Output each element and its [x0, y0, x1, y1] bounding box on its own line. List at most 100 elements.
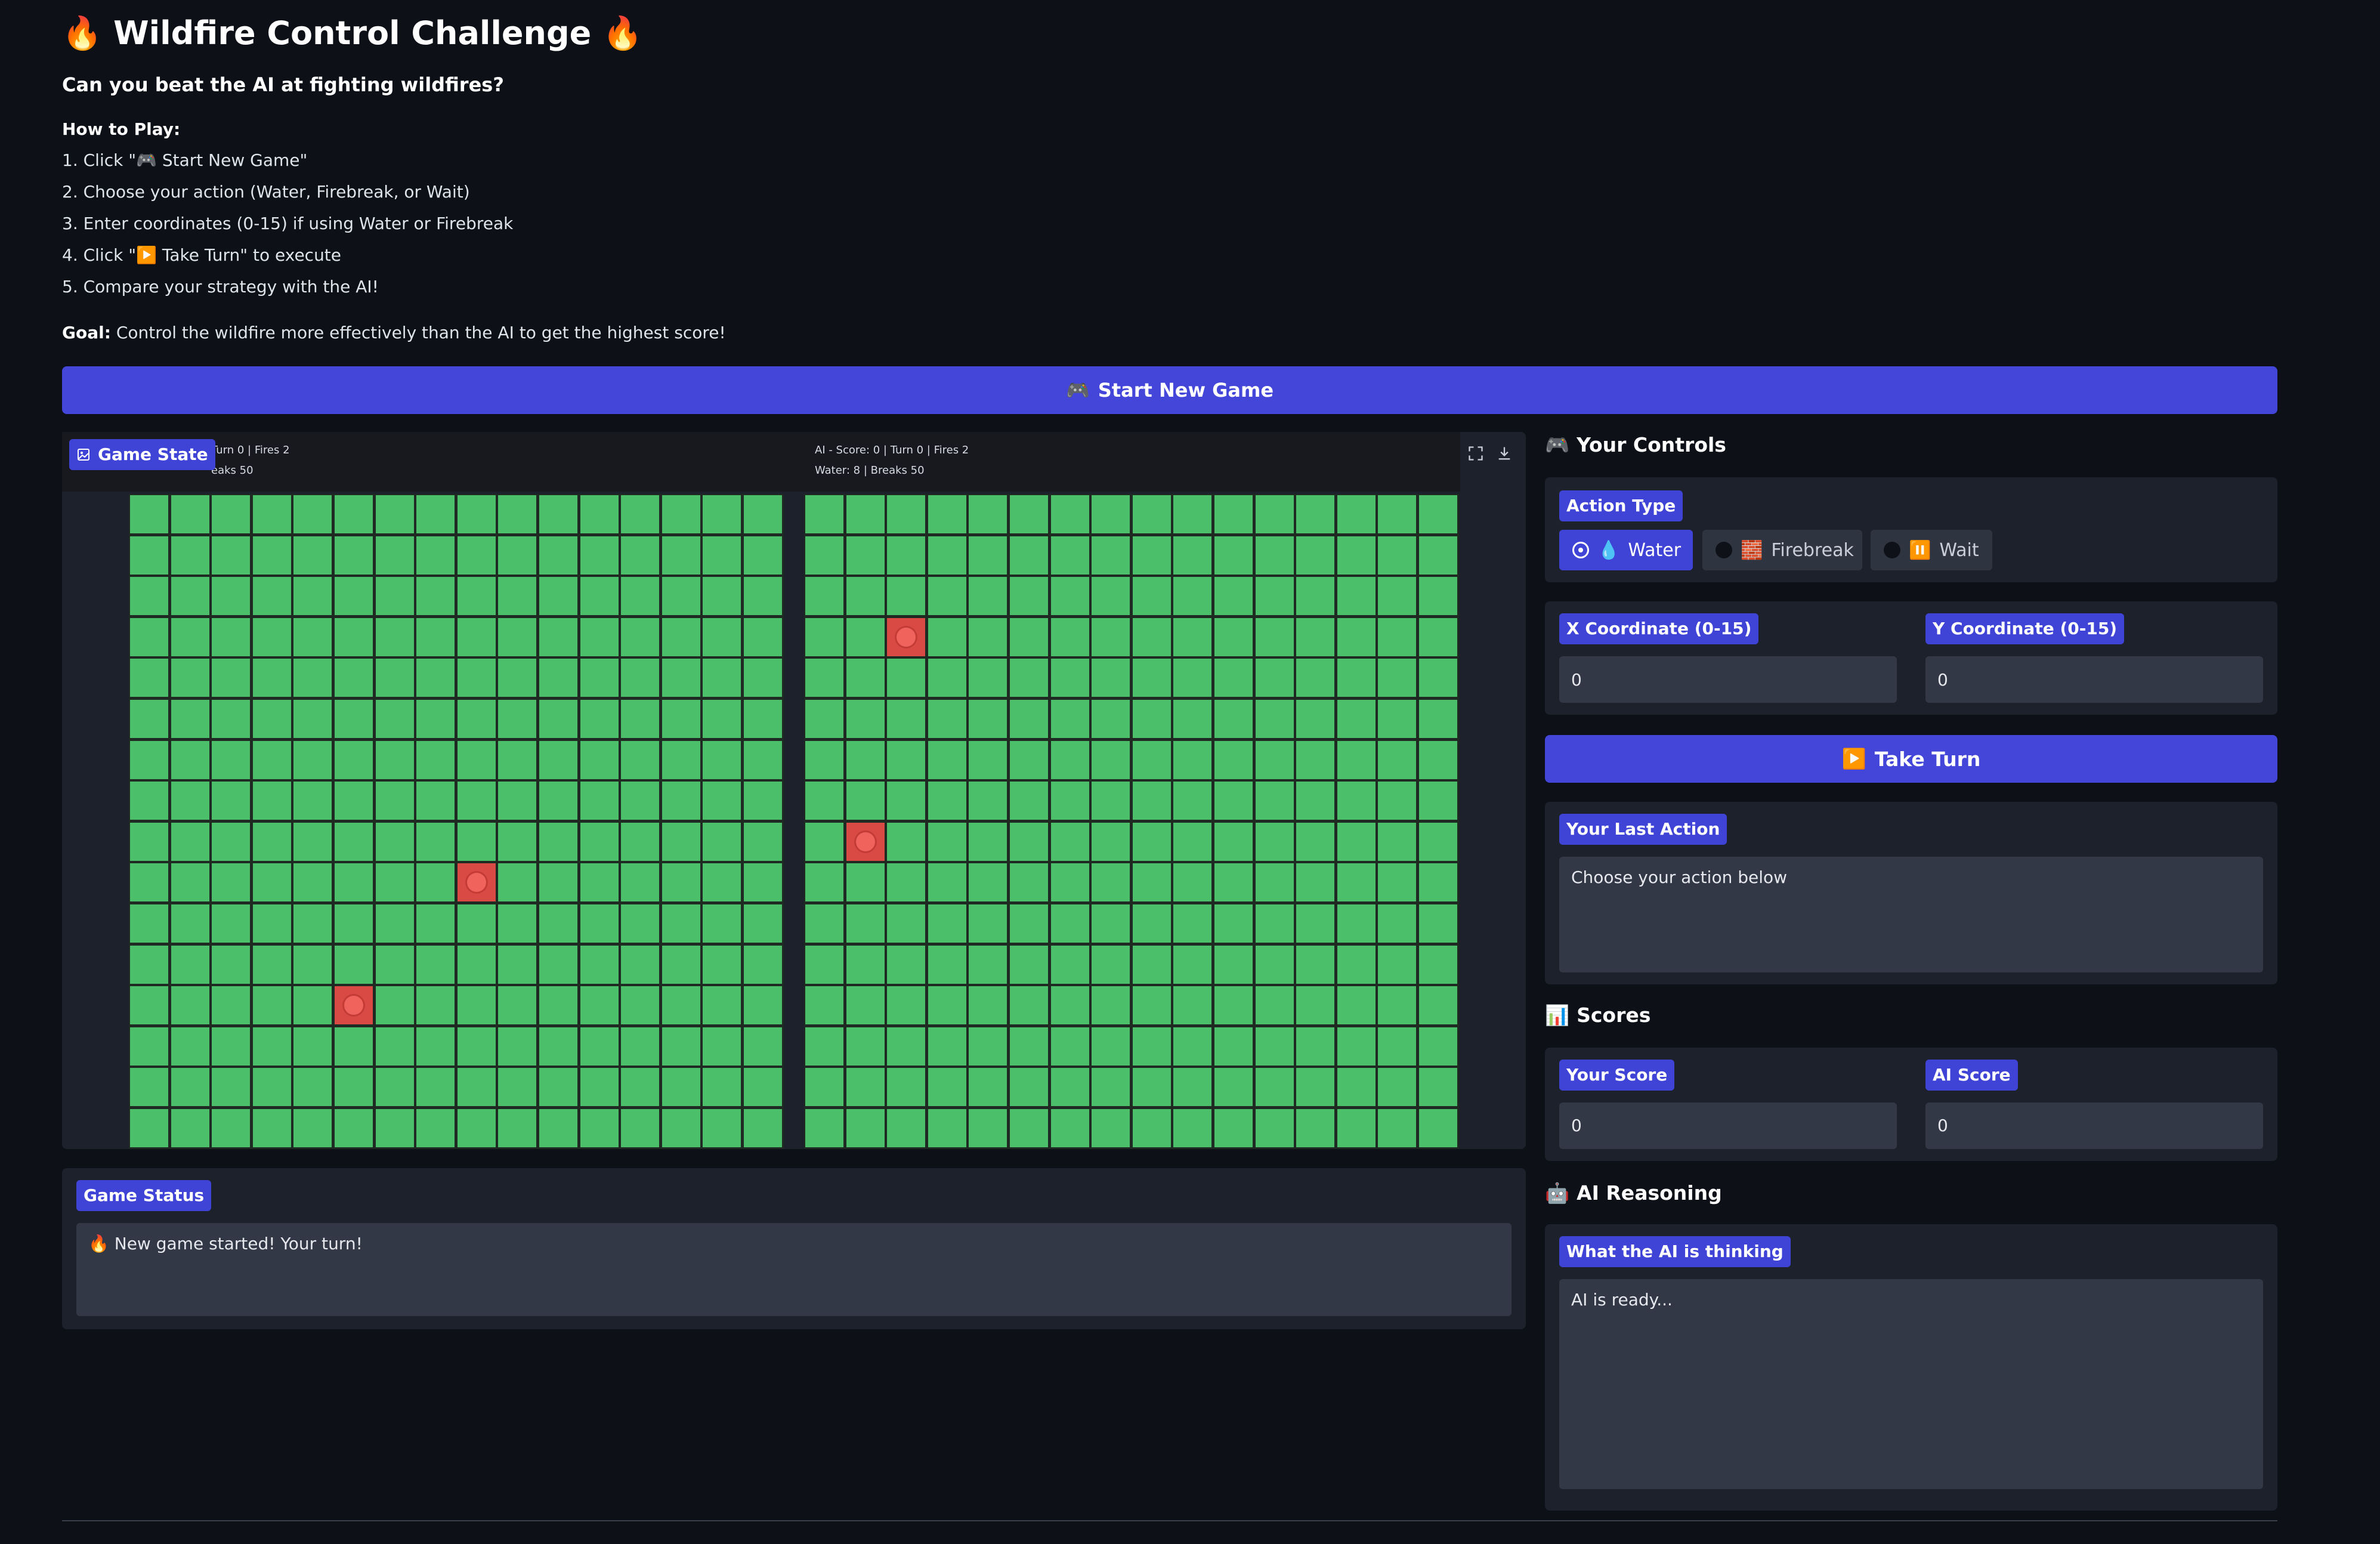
- grid-cell[interactable]: [539, 986, 577, 1025]
- grid-cell[interactable]: [171, 986, 209, 1025]
- fullscreen-icon[interactable]: [1465, 443, 1486, 464]
- grid-cell[interactable]: [375, 782, 414, 820]
- grid-cell[interactable]: [375, 577, 414, 616]
- grid-cell[interactable]: [375, 863, 414, 902]
- grid-cell[interactable]: [293, 700, 332, 738]
- grid-cell[interactable]: [375, 1109, 414, 1147]
- grid-cell[interactable]: [252, 617, 291, 656]
- grid-cell[interactable]: [457, 536, 496, 575]
- grid-cell[interactable]: [171, 536, 209, 575]
- grid-cell[interactable]: [252, 822, 291, 861]
- grid-cell[interactable]: [416, 740, 455, 779]
- grid-cell[interactable]: [580, 659, 619, 697]
- grid-cell[interactable]: [252, 740, 291, 779]
- grid-cell[interactable]: [212, 700, 251, 738]
- grid-cell[interactable]: [252, 536, 291, 575]
- grid-cell[interactable]: [252, 577, 291, 616]
- grid-cell[interactable]: [335, 1109, 373, 1147]
- grid-cell[interactable]: [212, 617, 251, 656]
- grid-cell[interactable]: [703, 863, 741, 902]
- grid-cell[interactable]: [580, 1068, 619, 1107]
- grid-cell[interactable]: [580, 822, 619, 861]
- grid-cell[interactable]: [703, 945, 741, 984]
- grid-cell[interactable]: [293, 822, 332, 861]
- grid-cell[interactable]: [130, 986, 168, 1025]
- grid-cell[interactable]: [457, 495, 496, 533]
- grid-cell[interactable]: [171, 1109, 209, 1147]
- grid-cell[interactable]: [703, 904, 741, 943]
- grid-cell[interactable]: [580, 945, 619, 984]
- grid-cell[interactable]: [457, 700, 496, 738]
- grid-cell[interactable]: [457, 1027, 496, 1066]
- grid-cell[interactable]: [171, 904, 209, 943]
- grid-cell[interactable]: [539, 577, 577, 616]
- grid-cell[interactable]: [252, 700, 291, 738]
- grid-cell[interactable]: [539, 617, 577, 656]
- grid-cell[interactable]: [662, 822, 700, 861]
- grid-cell[interactable]: [662, 536, 700, 575]
- grid-cell[interactable]: [293, 659, 332, 697]
- grid-cell[interactable]: [212, 577, 251, 616]
- radio-water[interactable]: 💧 Water: [1559, 530, 1693, 570]
- x-coordinate-input[interactable]: [1559, 656, 1897, 703]
- grid-cell[interactable]: [293, 782, 332, 820]
- grid-cell[interactable]: [375, 659, 414, 697]
- grid-cell[interactable]: [744, 822, 782, 861]
- grid-cell[interactable]: [621, 1027, 660, 1066]
- grid-cell[interactable]: [212, 782, 251, 820]
- grid-cell[interactable]: [580, 740, 619, 779]
- grid-cell[interactable]: [335, 863, 373, 902]
- grid-cell[interactable]: [539, 740, 577, 779]
- grid-cell[interactable]: [171, 659, 209, 697]
- ai-thinking-field[interactable]: AI is ready...: [1559, 1279, 2263, 1489]
- grid-cell[interactable]: [580, 1109, 619, 1147]
- grid-cell[interactable]: [375, 945, 414, 984]
- grid-cell[interactable]: [130, 863, 168, 902]
- grid-cell[interactable]: [457, 617, 496, 656]
- grid-cell[interactable]: [621, 740, 660, 779]
- grid-cell[interactable]: [580, 1027, 619, 1066]
- grid-cell[interactable]: [498, 986, 537, 1025]
- grid-cell[interactable]: [293, 740, 332, 779]
- grid-cell[interactable]: [130, 1068, 168, 1107]
- grid-cell[interactable]: [416, 1027, 455, 1066]
- grid-cell[interactable]: [416, 945, 455, 984]
- grid-cell[interactable]: [335, 495, 373, 533]
- grid-cell[interactable]: [212, 495, 251, 533]
- grid-cell[interactable]: [662, 740, 700, 779]
- grid-cell[interactable]: [293, 495, 332, 533]
- fire-cell[interactable]: [457, 863, 496, 902]
- grid-cell[interactable]: [498, 904, 537, 943]
- download-icon[interactable]: [1494, 443, 1515, 464]
- grid-cell[interactable]: [335, 577, 373, 616]
- grid-cell[interactable]: [539, 495, 577, 533]
- grid-cell[interactable]: [130, 495, 168, 533]
- grid-cell[interactable]: [744, 945, 782, 984]
- grid-cell[interactable]: [744, 659, 782, 697]
- game-status-field[interactable]: 🔥 New game started! Your turn!: [76, 1223, 1512, 1316]
- grid-cell[interactable]: [703, 659, 741, 697]
- grid-cell[interactable]: [252, 495, 291, 533]
- grid-cell[interactable]: [293, 863, 332, 902]
- grid-cell[interactable]: [212, 659, 251, 697]
- grid-cell[interactable]: [539, 945, 577, 984]
- grid-cell[interactable]: [703, 1109, 741, 1147]
- grid-cell[interactable]: [498, 700, 537, 738]
- grid-cell[interactable]: [498, 782, 537, 820]
- grid-cell[interactable]: [498, 1027, 537, 1066]
- grid-cell[interactable]: [335, 782, 373, 820]
- grid-cell[interactable]: [457, 986, 496, 1025]
- grid-cell[interactable]: [580, 577, 619, 616]
- grid-cell[interactable]: [703, 1068, 741, 1107]
- grid-cell[interactable]: [171, 577, 209, 616]
- grid-cell[interactable]: [744, 1109, 782, 1147]
- grid-cell[interactable]: [744, 700, 782, 738]
- grid-cell[interactable]: [293, 536, 332, 575]
- grid-cell[interactable]: [580, 495, 619, 533]
- grid-cell[interactable]: [621, 904, 660, 943]
- grid-cell[interactable]: [457, 945, 496, 984]
- grid-cell[interactable]: [171, 700, 209, 738]
- grid-cell[interactable]: [293, 577, 332, 616]
- grid-cell[interactable]: [293, 1109, 332, 1147]
- grid-cell[interactable]: [498, 577, 537, 616]
